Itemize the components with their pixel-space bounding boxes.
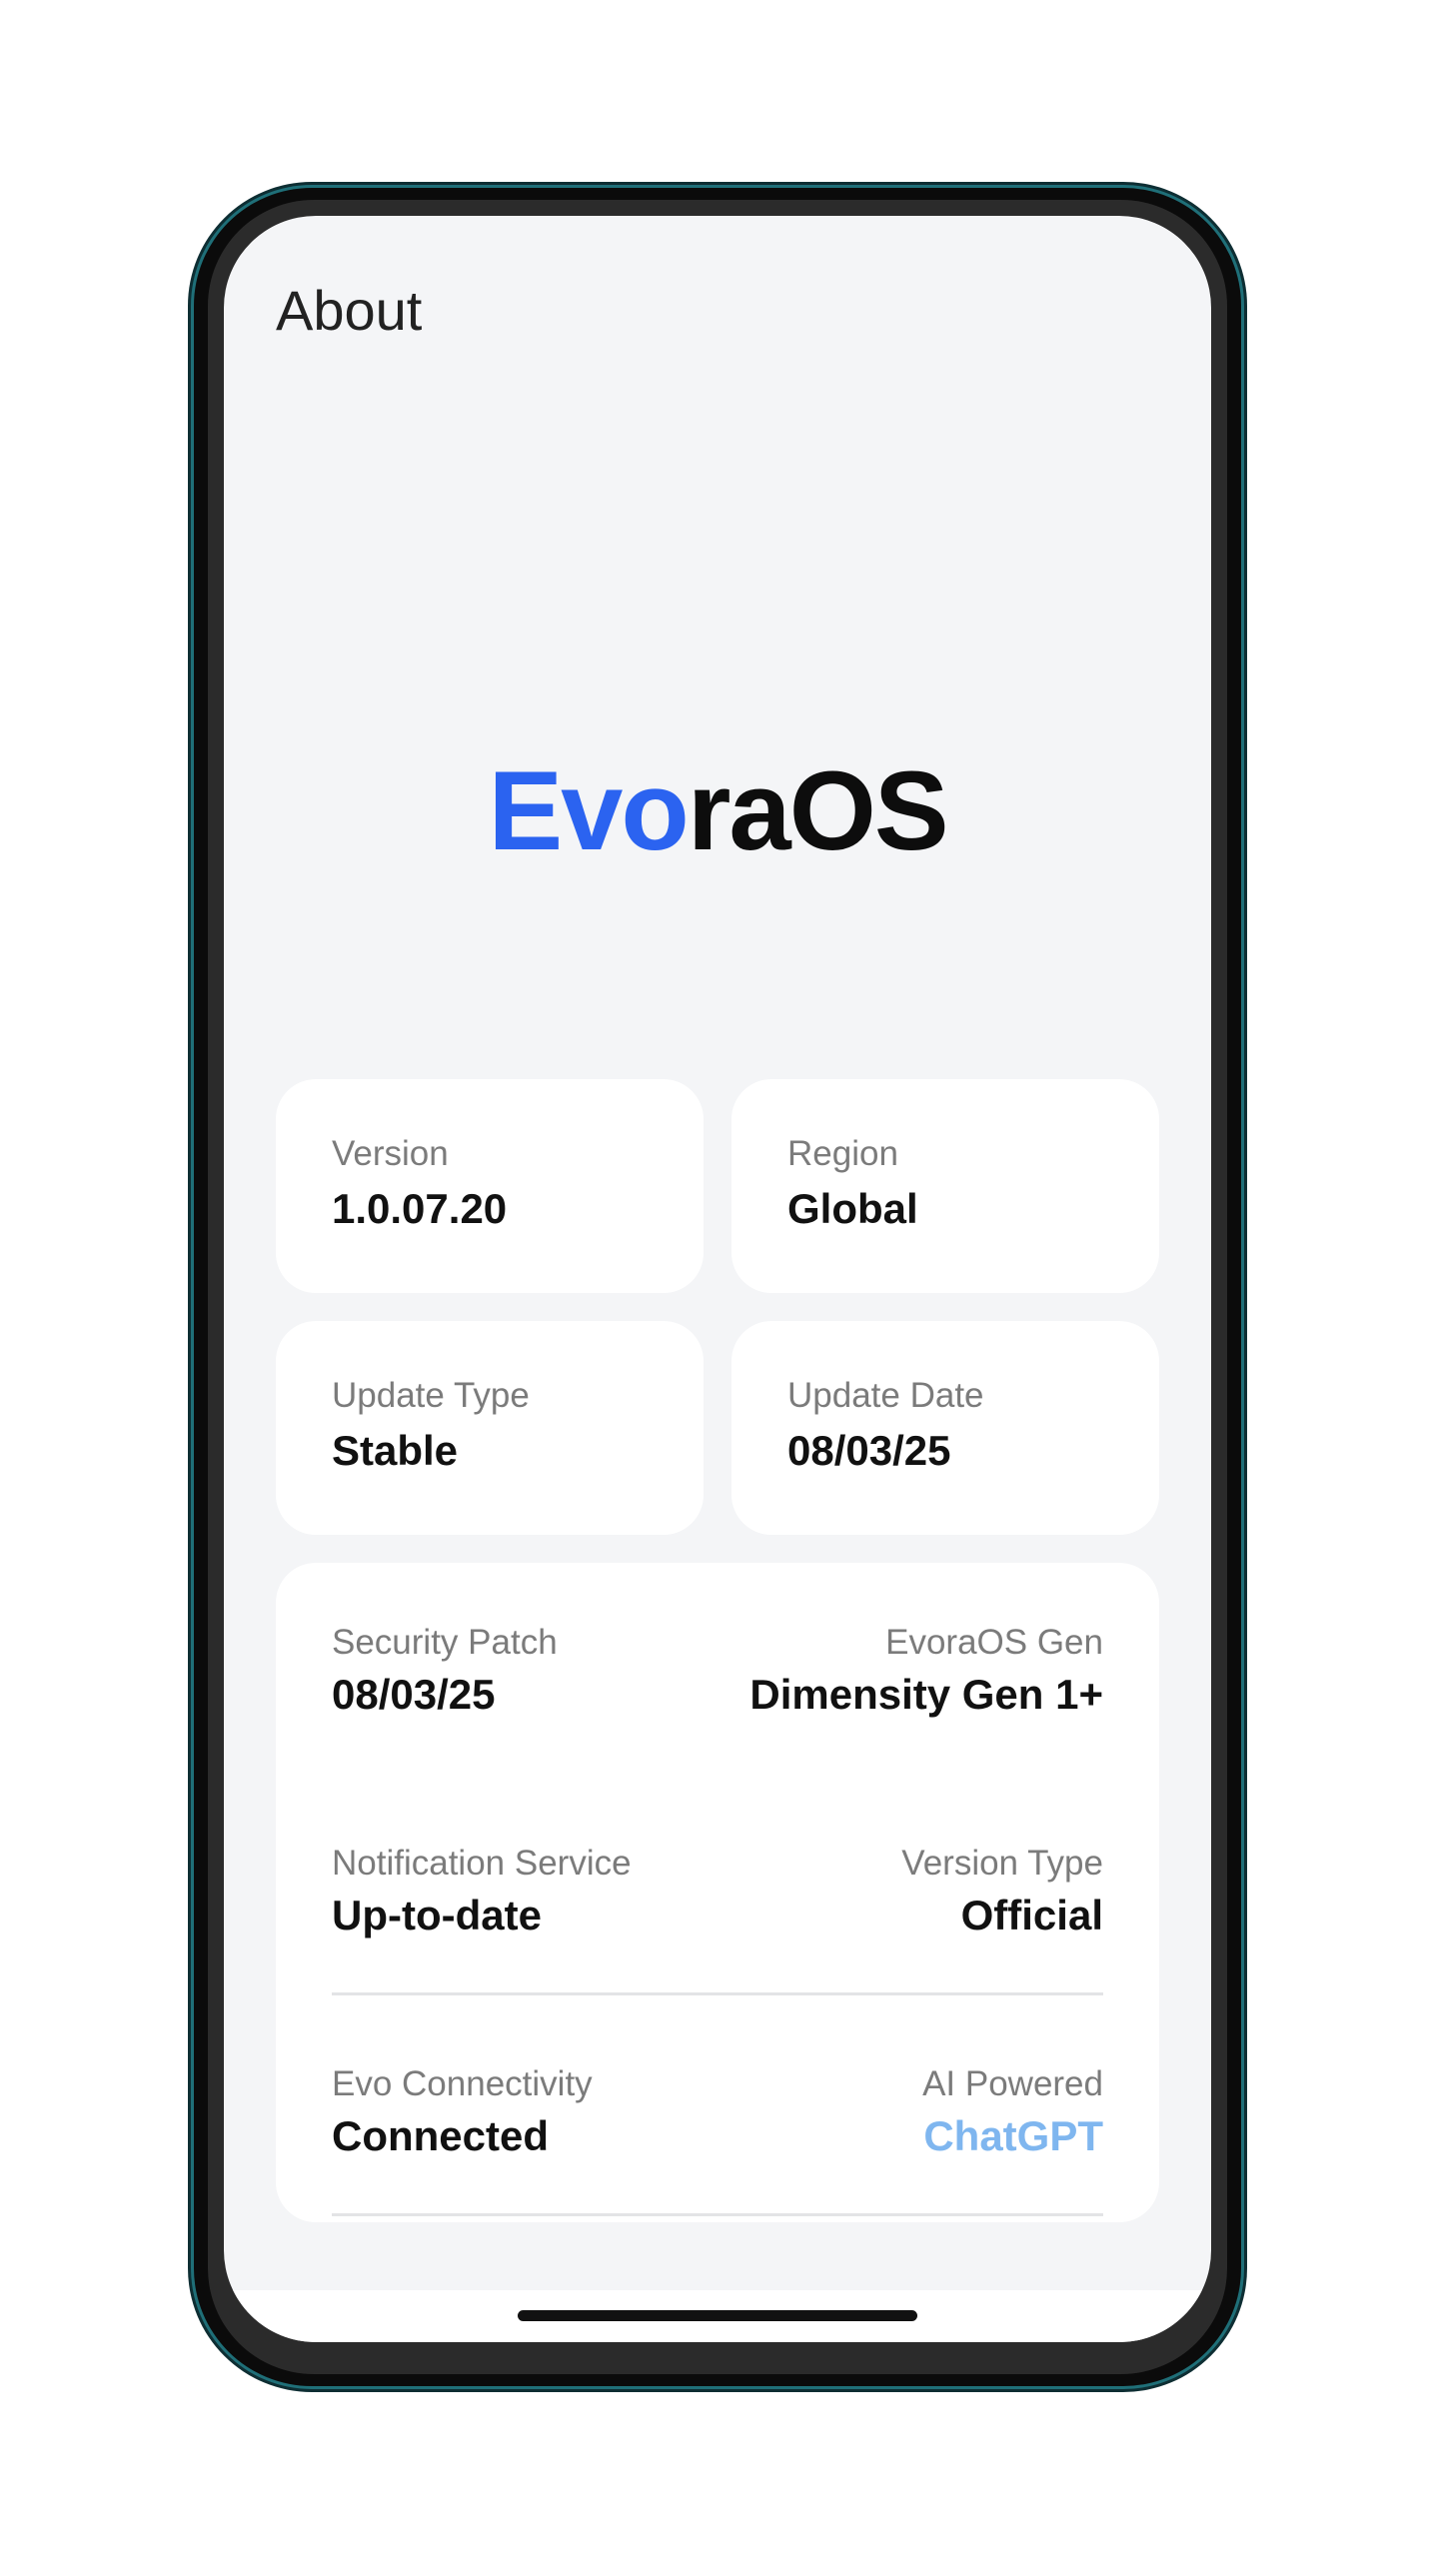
evo-connectivity-value: Connected xyxy=(332,2112,550,2159)
version-type-value: Official xyxy=(960,1892,1103,1938)
evoraos-gen-value: Dimensity Gen 1+ xyxy=(749,1671,1103,1718)
divider xyxy=(332,2213,1103,2216)
version-value: 1.0.07.20 xyxy=(332,1185,508,1232)
update-type-label: Update Type xyxy=(332,1376,530,1415)
divider xyxy=(332,1992,1103,1995)
region-label: Region xyxy=(787,1134,898,1173)
region-value: Global xyxy=(787,1185,918,1232)
logo-accent-text: Evo xyxy=(488,748,689,873)
notification-service-label: Notification Service xyxy=(332,1844,632,1883)
ai-powered-label: AI Powered xyxy=(922,2064,1103,2103)
update-type-card[interactable]: Update Type Stable xyxy=(276,1321,704,1535)
detail-row-notification[interactable]: Notification Service Up-to-date Version … xyxy=(332,1844,1103,1953)
evo-connectivity-label: Evo Connectivity xyxy=(332,2064,593,2103)
security-patch-value: 08/03/25 xyxy=(332,1671,496,1718)
security-patch-label: Security Patch xyxy=(332,1623,558,1662)
version-label: Version xyxy=(332,1134,449,1173)
details-card: Security Patch 08/03/25 EvoraOS Gen Dime… xyxy=(276,1563,1159,2222)
update-type-value: Stable xyxy=(332,1427,459,1474)
page-title: About xyxy=(276,279,423,342)
notification-service-value: Up-to-date xyxy=(332,1892,542,1938)
version-type-label: Version Type xyxy=(901,1844,1103,1883)
update-date-value: 08/03/25 xyxy=(787,1427,951,1474)
evoraos-gen-label: EvoraOS Gen xyxy=(885,1623,1103,1662)
ai-powered-value: ChatGPT xyxy=(923,2112,1103,2159)
power-button xyxy=(1241,999,1247,1175)
version-card[interactable]: Version 1.0.07.20 xyxy=(276,1079,704,1293)
phone-screen: About EvoraOS Version 1.0.07.20 Region G… xyxy=(224,216,1211,2342)
home-indicator[interactable] xyxy=(518,2310,917,2321)
detail-row-security[interactable]: Security Patch 08/03/25 EvoraOS Gen Dime… xyxy=(332,1623,1103,1733)
region-card[interactable]: Region Global xyxy=(731,1079,1159,1293)
logo-rest-text: raOS xyxy=(687,748,949,873)
update-date-label: Update Date xyxy=(787,1376,984,1415)
detail-row-connectivity[interactable]: Evo Connectivity Connected AI Powered Ch… xyxy=(332,2064,1103,2174)
update-date-card[interactable]: Update Date 08/03/25 xyxy=(731,1321,1159,1535)
evoraos-logo: EvoraOS xyxy=(224,755,1211,867)
